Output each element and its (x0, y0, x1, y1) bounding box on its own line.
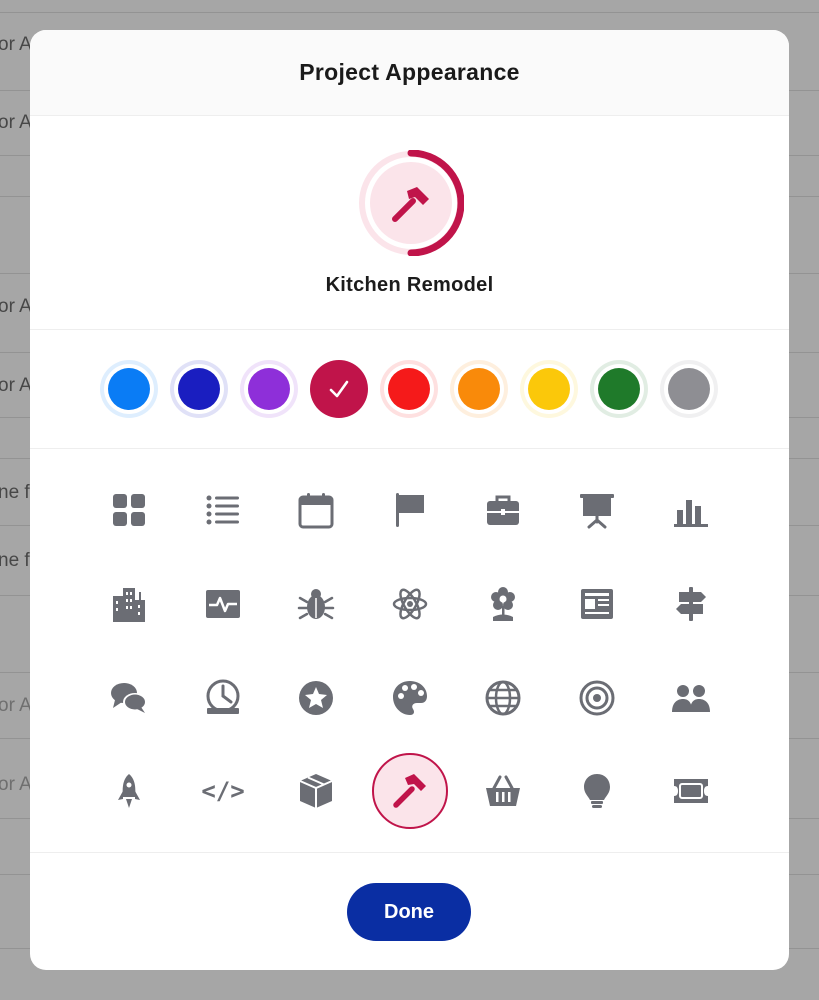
pulse-icon (206, 590, 240, 618)
color-swatch[interactable] (520, 360, 578, 418)
color-swatch[interactable] (100, 360, 158, 418)
code-icon: </> (201, 777, 245, 805)
star-badge-icon (299, 681, 333, 715)
icon-option[interactable] (278, 472, 354, 548)
palette-icon (393, 681, 427, 715)
list-icon (206, 495, 239, 525)
divider (30, 329, 789, 330)
icon-option[interactable] (372, 472, 448, 548)
bg-row-text: ne f (0, 482, 30, 503)
icon-option[interactable]: </> (185, 753, 261, 829)
done-button[interactable]: Done (347, 883, 471, 941)
flag-icon (396, 493, 424, 527)
presentation-icon (580, 494, 614, 529)
newspaper-icon (581, 589, 613, 619)
basket-icon (486, 775, 520, 806)
icon-option[interactable] (653, 566, 729, 642)
icon-option[interactable] (278, 660, 354, 736)
chat-bubbles-icon (111, 683, 147, 713)
bg-divider (0, 12, 819, 13)
lightbulb-icon (584, 774, 610, 808)
color-swatch[interactable] (450, 360, 508, 418)
icon-option[interactable] (278, 566, 354, 642)
flower-icon (491, 587, 515, 621)
icon-option[interactable] (185, 566, 261, 642)
bg-row-text: ne f (0, 550, 30, 571)
icon-option[interactable] (653, 472, 729, 548)
briefcase-icon (487, 495, 519, 525)
color-swatch[interactable] (170, 360, 228, 418)
signpost-icon (676, 587, 706, 621)
icon-option[interactable] (465, 566, 541, 642)
color-swatch[interactable] (380, 360, 438, 418)
bg-row-text: or A (0, 695, 32, 716)
icon-option[interactable] (653, 660, 729, 736)
calendar-icon (298, 493, 334, 529)
modal-title: Project Appearance (299, 59, 520, 85)
icon-option[interactable] (91, 472, 167, 548)
bg-row-text: or A (0, 296, 32, 317)
icon-option[interactable] (372, 660, 448, 736)
icon-option[interactable] (559, 566, 635, 642)
icon-option[interactable] (559, 753, 635, 829)
bg-row-text: or A (0, 375, 32, 396)
color-swatch[interactable] (240, 360, 298, 418)
bar-chart-icon (674, 500, 708, 527)
bg-row-text: or A (0, 774, 32, 795)
people-icon (672, 685, 710, 712)
rocket-icon (118, 774, 140, 808)
icon-option[interactable] (465, 753, 541, 829)
package-icon (299, 774, 333, 808)
icon-option[interactable] (465, 660, 541, 736)
icon-option[interactable] (91, 660, 167, 736)
project-preview-icon (358, 150, 464, 256)
icon-option[interactable] (465, 472, 541, 548)
buildings-icon (113, 588, 145, 622)
divider (30, 448, 789, 449)
icon-option[interactable] (372, 566, 448, 642)
project-appearance-modal: Project Appearance Kitchen Remodel </> D… (30, 30, 789, 970)
icon-option[interactable] (185, 660, 261, 736)
icon-option[interactable] (91, 566, 167, 642)
icon-option[interactable] (653, 753, 729, 829)
ticket-icon (674, 779, 708, 803)
icon-option[interactable] (278, 753, 354, 829)
checkmark-icon (329, 380, 349, 398)
target-icon (579, 680, 615, 716)
atom-icon (392, 588, 428, 620)
gauge-icon (206, 679, 240, 714)
color-swatch[interactable] (660, 360, 718, 418)
bug-icon (297, 589, 335, 620)
icon-option[interactable] (559, 472, 635, 548)
color-swatch[interactable] (310, 360, 368, 418)
grid-icon (113, 494, 145, 526)
icon-option[interactable] (559, 660, 635, 736)
color-swatch[interactable] (590, 360, 648, 418)
bg-row-text: or A (0, 34, 32, 55)
icon-option[interactable] (185, 472, 261, 548)
divider (30, 852, 789, 853)
bg-row-text: or A (0, 112, 32, 133)
modal-header: Project Appearance (30, 30, 789, 116)
icon-option[interactable] (91, 753, 167, 829)
hammer-icon (393, 774, 426, 808)
icon-option[interactable] (372, 753, 448, 829)
project-name: Kitchen Remodel (325, 274, 494, 296)
globe-icon (485, 680, 521, 716)
